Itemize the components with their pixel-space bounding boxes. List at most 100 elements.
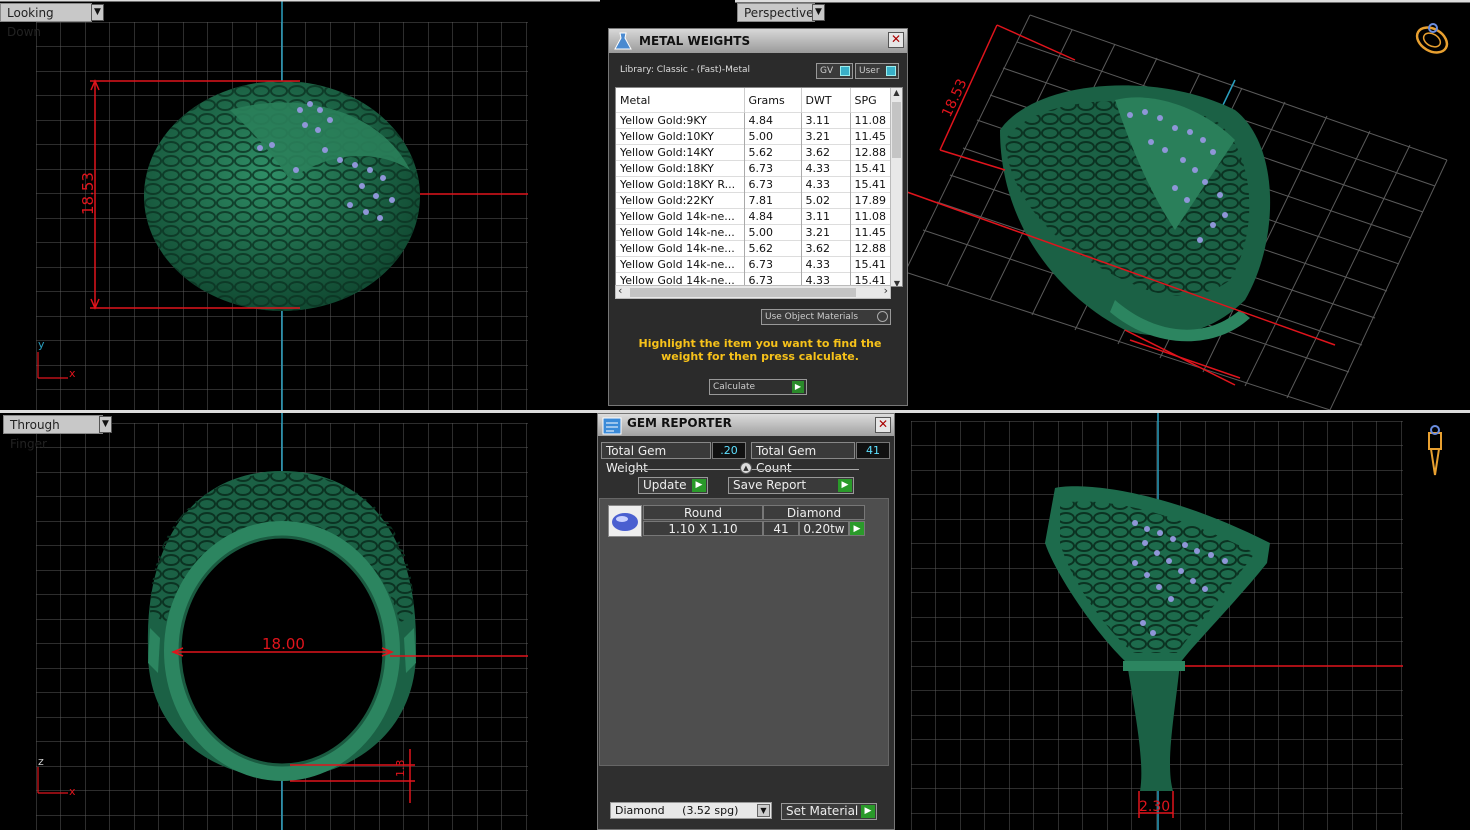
gv-label: GV [820, 66, 834, 76]
dimension-text: 18.00 [262, 635, 305, 653]
viewport-name-through-finger[interactable]: Through Finger [3, 415, 103, 451]
metal-weights-panel: METAL WEIGHTS ✕ Library: Classic - (Fast… [608, 28, 908, 406]
viewport-name-perspective[interactable]: Perspective [737, 3, 815, 22]
table-row[interactable]: Yellow Gold:10KY 5.00 3.21 11.45 [616, 128, 891, 145]
table-cell: 4.33 [801, 256, 851, 273]
set-material-label: Set Material [786, 804, 859, 818]
table-cell: Yellow Gold:18KY [616, 160, 745, 177]
viewport-through-finger-canvas[interactable]: 18.00 1.3 z x [0, 413, 600, 830]
table-cell: Yellow Gold:9KY [616, 112, 745, 129]
table-cell: 4.33 [801, 160, 851, 177]
table-row[interactable]: Yellow Gold:18KY R... 6.73 4.33 15.41 [616, 176, 891, 193]
table-cell: Yellow Gold:14KY [616, 144, 745, 161]
save-report-button[interactable]: Save Report ▶ [728, 477, 854, 494]
gem-list[interactable]: Round Diamond 1.10 X 1.10 41 0.20tw ▶ [599, 498, 889, 766]
table-cell: 4.84 [744, 208, 802, 225]
viewport-looking-down-canvas[interactable]: 18.53 y x [0, 0, 600, 410]
table-cell: 3.62 [801, 144, 851, 161]
table-cell: Yellow Gold 14k-ne... [616, 208, 745, 225]
panel-title: GEM REPORTER [627, 416, 732, 430]
column-header[interactable]: DWT [801, 88, 851, 113]
gem-count: 41 [763, 521, 799, 536]
viewport-through-finger[interactable]: 18.00 1.3 z x Through Finger ▼ [0, 413, 600, 830]
gem-go-button[interactable]: ▶ [849, 521, 865, 536]
metal-weights-titlebar[interactable]: METAL WEIGHTS ✕ [609, 29, 907, 53]
dimension-text: 18.53 [79, 172, 97, 215]
table-row[interactable]: Yellow Gold:22KY 7.81 5.02 17.89 [616, 192, 891, 209]
table-cell: Yellow Gold:22KY [616, 192, 745, 209]
chevron-down-icon[interactable]: ▼ [812, 4, 825, 21]
flask-icon [614, 32, 632, 50]
table-cell: 11.45 [850, 224, 891, 241]
table-cell: Yellow Gold 14k-ne... [616, 240, 745, 257]
material-select-value: Diamond (3.52 spg) [615, 804, 739, 817]
table-row[interactable]: Yellow Gold 14k-ne... 6.73 4.33 15.41 [616, 256, 891, 273]
table-cell: 5.00 [744, 128, 802, 145]
table-cell: Yellow Gold:18KY R... [616, 176, 745, 193]
viewport-looking-down[interactable]: 18.53 y x Looking Down ▼ [0, 0, 600, 410]
column-header[interactable]: Grams [744, 88, 802, 113]
table-cell: 15.41 [850, 256, 891, 273]
table-cell: 3.11 [801, 112, 851, 129]
table-cell: 3.21 [801, 224, 851, 241]
chevron-down-icon[interactable]: ▼ [91, 4, 104, 21]
table-cell: Yellow Gold 14k-ne... [616, 256, 745, 273]
play-icon: ▶ [861, 805, 875, 818]
splitter-handle[interactable]: ▲ [740, 462, 752, 474]
gem-row[interactable]: Round Diamond 1.10 X 1.10 41 0.20tw ▶ [608, 505, 870, 537]
table-row[interactable]: Yellow Gold 14k-ne... 5.62 3.62 12.88 [616, 240, 891, 257]
dimension-text: 2.30 [1139, 799, 1170, 815]
table-cell: 4.84 [744, 112, 802, 129]
metal-weights-table[interactable]: Metal Grams DWT SPG Yellow Gold:9KY 4.84 3.11… [615, 87, 903, 287]
horizontal-scrollbar[interactable]: ‹ › [615, 284, 891, 299]
viewport-side[interactable]: 2.30 [895, 413, 1470, 830]
gem-weight: 0.20tw [799, 521, 849, 536]
table-cell: 5.02 [801, 192, 851, 209]
user-toggle[interactable]: User [855, 63, 899, 79]
gv-toggle[interactable]: GV [816, 63, 853, 79]
instruction-text: Highlight the item you want to find the … [638, 337, 882, 363]
column-header[interactable]: Metal [616, 88, 745, 113]
column-header[interactable]: SPG [850, 88, 891, 113]
table-row[interactable]: Yellow Gold:14KY 5.62 3.62 12.88 [616, 144, 891, 161]
set-material-button[interactable]: Set Material ▶ [781, 803, 877, 820]
use-object-materials-toggle[interactable]: Use Object Materials [761, 309, 891, 325]
gem-size: 1.10 X 1.10 [643, 521, 763, 536]
table-row[interactable]: Yellow Gold:9KY 4.84 3.11 11.08 [616, 112, 891, 129]
table-cell: 5.62 [744, 144, 802, 161]
axis-y-label: y [38, 338, 45, 351]
total-gem-weight-value: .20 [712, 442, 746, 459]
table-cell: 6.73 [744, 256, 802, 273]
close-icon[interactable]: ✕ [888, 32, 904, 48]
viewport-name-looking-down[interactable]: Looking Down [0, 3, 92, 39]
dimension-small-text: 1.3 [394, 760, 407, 778]
table-cell: 3.21 [801, 128, 851, 145]
ring-orientation-icon [1415, 23, 1449, 54]
total-gem-count-label: Total Gem Count [751, 442, 855, 475]
vertical-scrollbar[interactable]: ▲ ▼ [890, 88, 902, 286]
calculate-button[interactable]: Calculate ▶ [709, 379, 807, 395]
update-button[interactable]: Update ▶ [638, 477, 708, 494]
use-object-materials-label: Use Object Materials [765, 312, 859, 322]
close-icon[interactable]: ✕ [875, 417, 891, 433]
table-row[interactable]: Yellow Gold:18KY 6.73 4.33 15.41 [616, 160, 891, 177]
table-cell: Yellow Gold 14k-ne... [616, 224, 745, 241]
play-icon: ▶ [792, 381, 804, 393]
viewport-side-canvas[interactable]: 2.30 [895, 413, 1470, 830]
table-cell: 15.41 [850, 160, 891, 177]
table-cell: 6.73 [744, 176, 802, 193]
table-cell: 11.08 [850, 112, 891, 129]
gem-reporter-titlebar[interactable]: GEM REPORTER ✕ [598, 414, 894, 436]
table-cell: 3.62 [801, 240, 851, 257]
chevron-down-icon[interactable]: ▼ [99, 416, 112, 433]
table-row[interactable]: Yellow Gold 14k-ne... 4.84 3.11 11.08 [616, 208, 891, 225]
total-gem-count-value: 41 [856, 442, 890, 459]
table-cell: 15.41 [850, 176, 891, 193]
table-cell: 6.73 [744, 160, 802, 177]
table-row[interactable]: Yellow Gold 14k-ne... 5.00 3.21 11.45 [616, 224, 891, 241]
material-select[interactable]: Diamond (3.52 spg) ▼ [610, 802, 772, 819]
ring-orientation-icon [1428, 425, 1442, 476]
save-report-label: Save Report [733, 478, 807, 492]
table-cell: 12.88 [850, 144, 891, 161]
table-cell: 3.11 [801, 208, 851, 225]
